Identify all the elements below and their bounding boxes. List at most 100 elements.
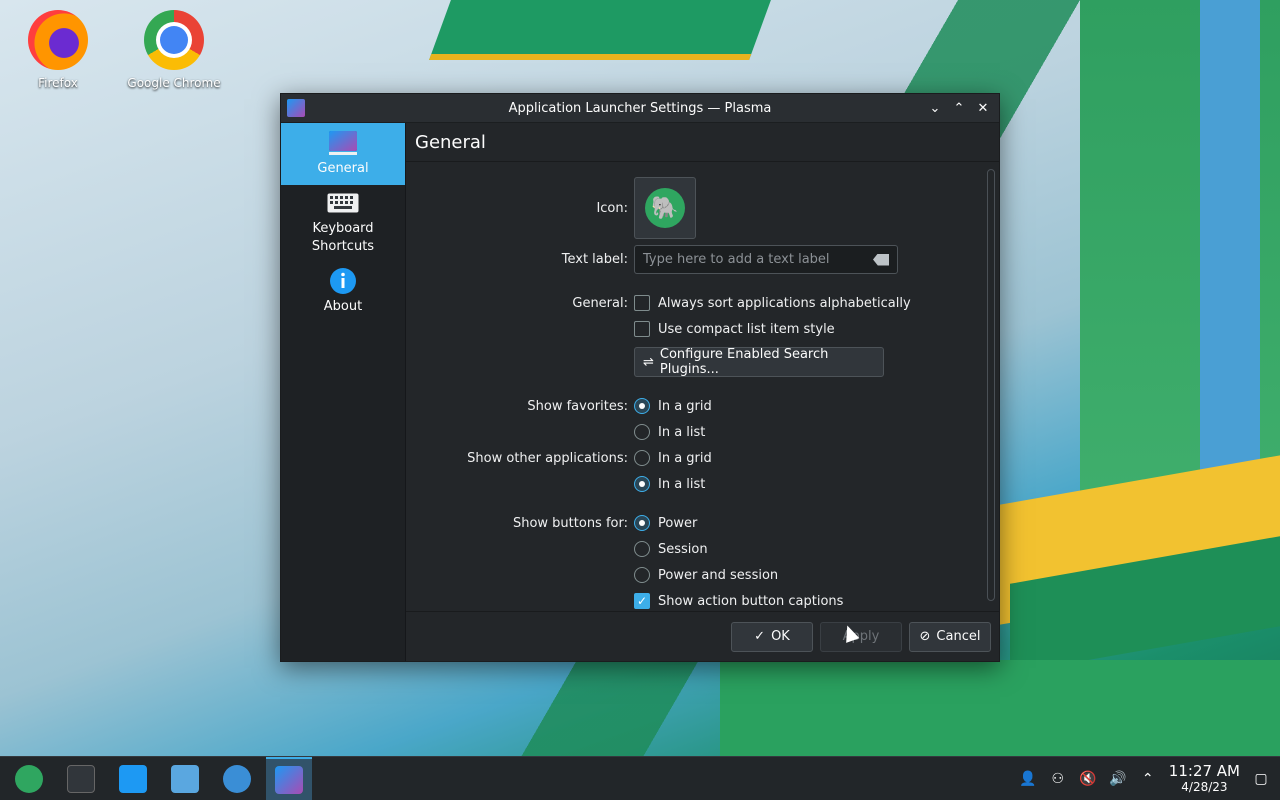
other-list-row: In a list <box>406 476 987 492</box>
keyboard-icon <box>327 190 359 216</box>
other-apps-label: Show other applications: <box>467 450 628 466</box>
captions-label[interactable]: Show action button captions <box>658 594 843 609</box>
task-discover[interactable] <box>110 757 156 800</box>
favorites-grid-label[interactable]: In a grid <box>658 399 712 414</box>
sidebar-item-general[interactable]: General <box>281 123 405 185</box>
text-label-placeholder: Type here to add a text label <box>643 252 830 267</box>
compact-list-label[interactable]: Use compact list item style <box>658 322 835 337</box>
clock-time: 11:27 AM <box>1168 761 1240 780</box>
clock[interactable]: 11:27 AM 4/28/23 <box>1169 763 1240 795</box>
taskbar: 👤 ⚇ 🔇 🔊 ⌃ 11:27 AM 4/28/23 ▢ <box>0 756 1280 800</box>
favorites-list-row: In a list <box>406 424 987 440</box>
sort-row: General: Always sort applications alphab… <box>406 295 987 311</box>
task-system-settings[interactable] <box>58 757 104 800</box>
volume-icon[interactable]: 🔊 <box>1109 770 1127 788</box>
sort-alpha-label[interactable]: Always sort applications alphabetically <box>658 296 911 311</box>
captions-row: ✓ Show action button captions <box>406 593 987 609</box>
compact-row: Use compact list item style <box>406 321 987 337</box>
power-label[interactable]: Power <box>658 516 697 531</box>
desktop-icon-label: Google Chrome <box>127 76 221 90</box>
settings-content: General Icon: 🐘 Text label: Type here to… <box>406 123 999 661</box>
chevron-up-icon[interactable]: ⌃ <box>1139 770 1157 788</box>
show-desktop-icon[interactable]: ▢ <box>1252 770 1270 788</box>
other-grid-radio[interactable] <box>634 450 650 466</box>
cancel-button[interactable]: ⊘ Cancel <box>909 621 991 652</box>
settings-form: Icon: 🐘 Text label: Type here to add a t… <box>406 162 987 613</box>
folder-icon <box>171 764 199 793</box>
favorites-list-label[interactable]: In a list <box>658 425 705 440</box>
cancel-icon: ⊘ <box>919 629 931 644</box>
apply-button[interactable]: Apply <box>820 621 902 652</box>
other-grid-row: Show other applications: In a grid <box>406 450 987 466</box>
sidebar-item-label: About <box>323 299 363 314</box>
show-buttons-label: Show buttons for: <box>512 515 628 531</box>
desktop-icon-label: Firefox <box>38 76 78 90</box>
firefox-icon <box>28 10 88 70</box>
text-label-row: Text label: Type here to add a text labe… <box>406 245 987 274</box>
sidebar-item-keyboard-shortcuts[interactable]: Keyboard Shortcuts <box>281 185 405 261</box>
session-radio[interactable] <box>634 541 650 557</box>
launcher-icon <box>287 99 305 117</box>
window-titlebar[interactable]: Application Launcher Settings — Plasma ⌄… <box>281 94 999 123</box>
text-label-label: Text label: <box>561 252 628 267</box>
clear-icon[interactable] <box>873 253 889 266</box>
sidebar: General Keyboard Shortcuts About <box>281 123 406 661</box>
minimize-button[interactable]: ⌄ <box>925 98 945 118</box>
power-session-label[interactable]: Power and session <box>658 568 778 583</box>
configure-row: ⇌ Configure Enabled Search Plugins... <box>406 347 987 377</box>
settings-window: Application Launcher Settings — Plasma ⌄… <box>280 93 1000 662</box>
configure-button-label: Configure Enabled Search Plugins... <box>659 347 829 377</box>
globe-icon <box>223 764 251 793</box>
sliders-icon: ⇌ <box>643 354 654 370</box>
dialog-footer: ✓ OK Apply ⊘ Cancel <box>406 611 999 661</box>
desktop-icon-chrome[interactable]: Google Chrome <box>119 10 229 90</box>
app-menu-button[interactable] <box>6 757 52 800</box>
configure-search-plugins-button[interactable]: ⇌ Configure Enabled Search Plugins... <box>634 347 884 377</box>
icon-row: Icon: 🐘 <box>406 177 987 239</box>
session-label[interactable]: Session <box>658 542 708 557</box>
users-icon[interactable]: ⚇ <box>1049 770 1067 788</box>
compact-list-checkbox[interactable] <box>634 321 650 337</box>
wallpaper-block <box>429 0 771 60</box>
store-icon <box>119 764 147 793</box>
launcher-icon <box>327 130 359 156</box>
wallpaper-block <box>720 660 1280 760</box>
power-radio[interactable] <box>634 515 650 531</box>
desktop-icon-firefox[interactable]: Firefox <box>3 10 113 90</box>
power-session-row: Power and session <box>406 567 987 583</box>
icon-picker-button[interactable]: 🐘 <box>634 177 696 239</box>
other-list-label[interactable]: In a list <box>658 477 705 492</box>
sliders-icon <box>67 764 95 793</box>
check-icon: ✓ <box>754 629 766 644</box>
launcher-icon <box>275 765 303 794</box>
cancel-label: Cancel <box>936 629 981 644</box>
power-session-radio[interactable] <box>634 567 650 583</box>
sidebar-item-about[interactable]: About <box>281 261 405 323</box>
user-icon[interactable]: 👤 <box>1019 770 1037 788</box>
ok-label: OK <box>771 629 790 644</box>
task-dolphin[interactable] <box>162 757 208 800</box>
mute-icon[interactable]: 🔇 <box>1079 770 1097 788</box>
clock-date: 4/28/23 <box>1181 779 1228 794</box>
maximize-button[interactable]: ⌃ <box>949 98 969 118</box>
sidebar-item-label: General <box>317 161 369 176</box>
favorites-grid-radio[interactable] <box>634 398 650 414</box>
sort-alpha-checkbox[interactable] <box>634 295 650 311</box>
info-icon <box>327 268 359 294</box>
favorites-grid-row: Show favorites: In a grid <box>406 398 987 414</box>
close-button[interactable]: ✕ <box>973 98 993 118</box>
start-menu-icon <box>15 764 43 793</box>
mascot-icon: 🐘 <box>645 188 685 228</box>
wallpaper-block <box>1200 0 1260 480</box>
text-label-input[interactable]: Type here to add a text label <box>634 245 898 274</box>
page-title: General <box>406 123 999 162</box>
other-list-radio[interactable] <box>634 476 650 492</box>
task-launcher-settings[interactable] <box>266 756 312 800</box>
power-row: Show buttons for: Power <box>406 515 987 531</box>
scrollbar[interactable] <box>987 169 995 601</box>
captions-checkbox[interactable]: ✓ <box>634 593 650 609</box>
ok-button[interactable]: ✓ OK <box>731 621 813 652</box>
favorites-list-radio[interactable] <box>634 424 650 440</box>
other-grid-label[interactable]: In a grid <box>658 451 712 466</box>
task-browser[interactable] <box>214 757 260 800</box>
